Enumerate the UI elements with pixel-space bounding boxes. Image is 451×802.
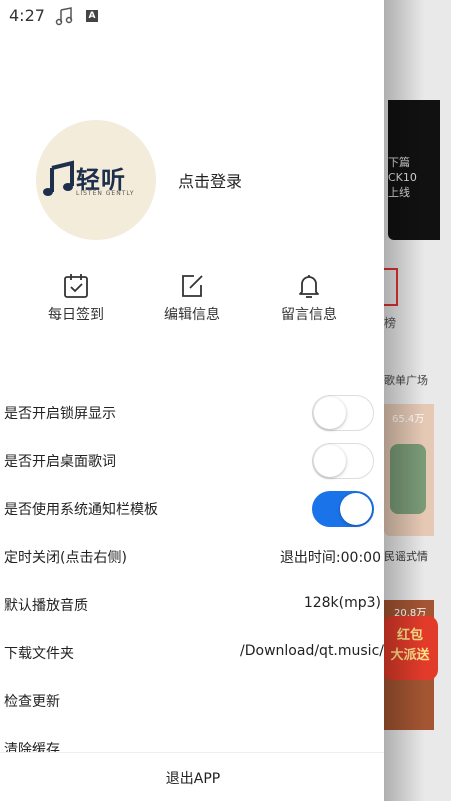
bg-rank-icon: [384, 268, 398, 306]
bg-rank-label: 榜: [384, 316, 397, 330]
bg-card-1-label: 民谣式情: [384, 550, 428, 563]
bg-banner-line: CK10: [388, 171, 417, 184]
setting-label: 检查更新: [4, 694, 60, 710]
app-logo[interactable]: 轻听 LISTEN GENTLY: [36, 120, 156, 240]
bg-card-1-image: [390, 444, 426, 514]
setting-row-update[interactable]: 检查更新: [0, 677, 384, 725]
background-app: 下篇 CK10 上线 榜 歌单广场 65.4万 民谣式情 20.8万 红包 大派…: [384, 0, 451, 801]
red-packet-button[interactable]: 红包 大派送: [384, 616, 438, 680]
setting-label: 是否开启桌面歌词: [4, 454, 116, 470]
bg-card-1-count: 65.4万: [392, 414, 425, 425]
settings-drawer: 4:27 A 轻听 LISTEN GENTLY 点击登录 每日签到 编辑信息 留…: [0, 0, 384, 802]
music-note-icon: [55, 7, 73, 26]
setting-row-timer[interactable]: 定时关闭(点击右侧) 退出时间:00:00: [0, 533, 384, 581]
setting-label: 默认播放音质: [4, 598, 88, 614]
timer-value[interactable]: 退出时间:00:00: [280, 547, 381, 567]
logo-note-icon: [43, 160, 74, 196]
logout-label: 退出APP: [165, 771, 221, 787]
daily-checkin-button[interactable]: 每日签到: [36, 272, 116, 324]
setting-label: 是否开启锁屏显示: [4, 406, 116, 422]
bell-icon: [299, 275, 319, 298]
setting-row-download[interactable]: 下载文件夹 /Download/qt.music/: [0, 629, 384, 677]
download-path-value: /Download/qt.music/: [240, 643, 384, 659]
red-packet-line-1: 红包: [396, 628, 423, 643]
logo-mark: 轻听 LISTEN GENTLY: [42, 160, 150, 200]
red-packet-line-2: 大派送: [390, 648, 430, 663]
edit-info-button[interactable]: 编辑信息: [152, 272, 232, 324]
setting-label: 下载文件夹: [4, 646, 74, 662]
messages-button[interactable]: 留言信息: [269, 272, 349, 324]
setting-label: 是否使用系统通知栏模板: [4, 502, 158, 518]
bg-banner-line: 下篇: [388, 156, 410, 169]
a-icon: A: [86, 10, 98, 22]
bg-banner-line: 上线: [388, 186, 410, 199]
status-time: 4:27: [9, 6, 45, 25]
setting-row-desktop-lyrics: 是否开启桌面歌词: [0, 437, 384, 485]
bg-banner: 下篇 CK10 上线: [388, 100, 440, 240]
toggle-knob: [314, 397, 346, 429]
desktop-lyrics-toggle[interactable]: [312, 443, 374, 479]
messages-label: 留言信息: [281, 307, 337, 323]
setting-row-quality[interactable]: 默认播放音质 128k(mp3): [0, 581, 384, 629]
logo-subtext: LISTEN GENTLY: [76, 190, 135, 197]
bg-playlist-label: 歌单广场: [384, 374, 428, 387]
lockscreen-toggle[interactable]: [312, 395, 374, 431]
toggle-knob: [314, 445, 346, 477]
setting-row-notification: 是否使用系统通知栏模板: [0, 485, 384, 533]
daily-checkin-label: 每日签到: [48, 307, 104, 323]
calendar-check-icon: [64, 274, 88, 298]
login-link[interactable]: 点击登录: [178, 168, 242, 192]
bg-card-1: 65.4万: [384, 404, 434, 536]
quality-value: 128k(mp3): [303, 595, 381, 611]
edit-icon: [182, 275, 203, 297]
toggle-knob: [340, 493, 372, 525]
logout-button[interactable]: 退出APP: [0, 752, 384, 802]
notification-toggle[interactable]: [312, 491, 374, 527]
status-bar: 4:27 A: [0, 0, 384, 32]
setting-row-lockscreen: 是否开启锁屏显示: [0, 389, 384, 437]
edit-info-label: 编辑信息: [164, 307, 220, 323]
setting-label: 定时关闭(点击右侧): [4, 550, 127, 566]
